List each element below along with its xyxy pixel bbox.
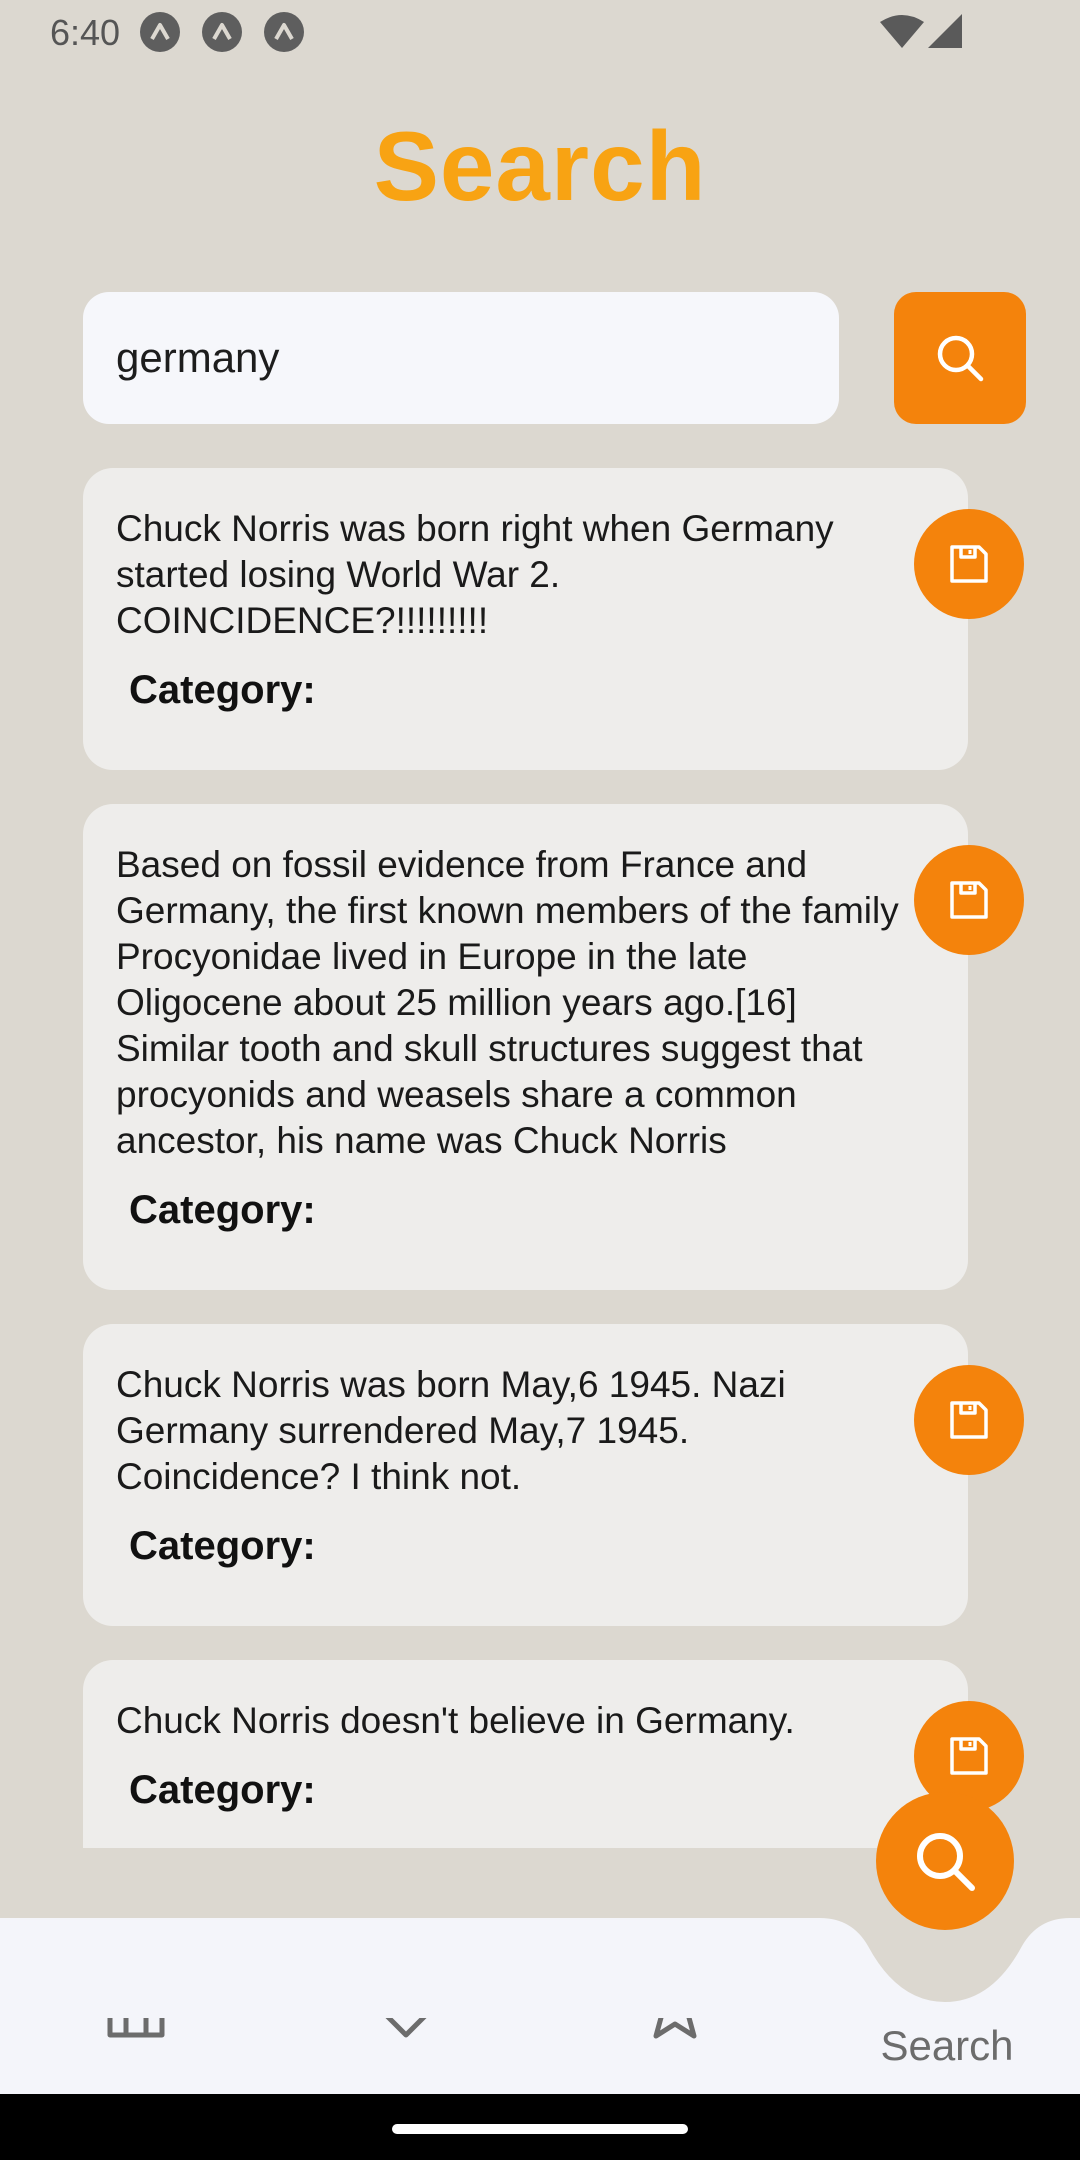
page-title: Search <box>373 111 707 221</box>
nav-search-label[interactable]: Search <box>872 2022 1022 2070</box>
result-card: Chuck Norris was born right when Germany… <box>83 468 968 770</box>
results-list[interactable]: Chuck Norris was born right when Germany… <box>0 468 1080 1848</box>
save-icon <box>950 881 988 919</box>
result-text: Chuck Norris was born right when Germany… <box>116 508 834 641</box>
result-text: Based on fossil evidence from France and… <box>116 844 899 1161</box>
result-category-label: Category: <box>129 1524 316 1568</box>
save-icon <box>950 1737 988 1775</box>
result-category-label: Category: <box>129 1188 316 1232</box>
search-fab[interactable] <box>876 1792 1014 1930</box>
status-bar: 6:40 <box>0 0 1080 66</box>
wifi-icon <box>880 14 924 55</box>
result-card: Chuck Norris doesn't believe in Germany.… <box>83 1660 968 1848</box>
result-card: Based on fossil evidence from France and… <box>83 804 968 1290</box>
search-icon <box>937 335 984 382</box>
save-button[interactable] <box>914 1365 1024 1475</box>
search-input[interactable] <box>83 292 839 424</box>
search-button[interactable] <box>894 292 1026 424</box>
save-icon <box>950 1401 988 1439</box>
status-time: 6:40 <box>50 12 121 53</box>
result-category-label: Category: <box>129 668 316 712</box>
search-icon <box>917 1833 975 1891</box>
result-category-label: Category: <box>129 1768 316 1812</box>
home-gesture-handle[interactable] <box>392 2124 688 2134</box>
app-notification-icon <box>140 12 180 52</box>
save-button[interactable] <box>914 509 1024 619</box>
app-notification-icon <box>202 12 242 52</box>
save-icon <box>950 545 988 583</box>
app-notification-icon <box>264 12 304 52</box>
result-card: Chuck Norris was born May,6 1945. Nazi G… <box>83 1324 968 1626</box>
save-button[interactable] <box>914 845 1024 955</box>
result-text: Chuck Norris was born May,6 1945. Nazi G… <box>116 1364 786 1497</box>
result-text: Chuck Norris doesn't believe in Germany. <box>116 1700 795 1741</box>
cellular-signal-icon <box>928 14 962 55</box>
